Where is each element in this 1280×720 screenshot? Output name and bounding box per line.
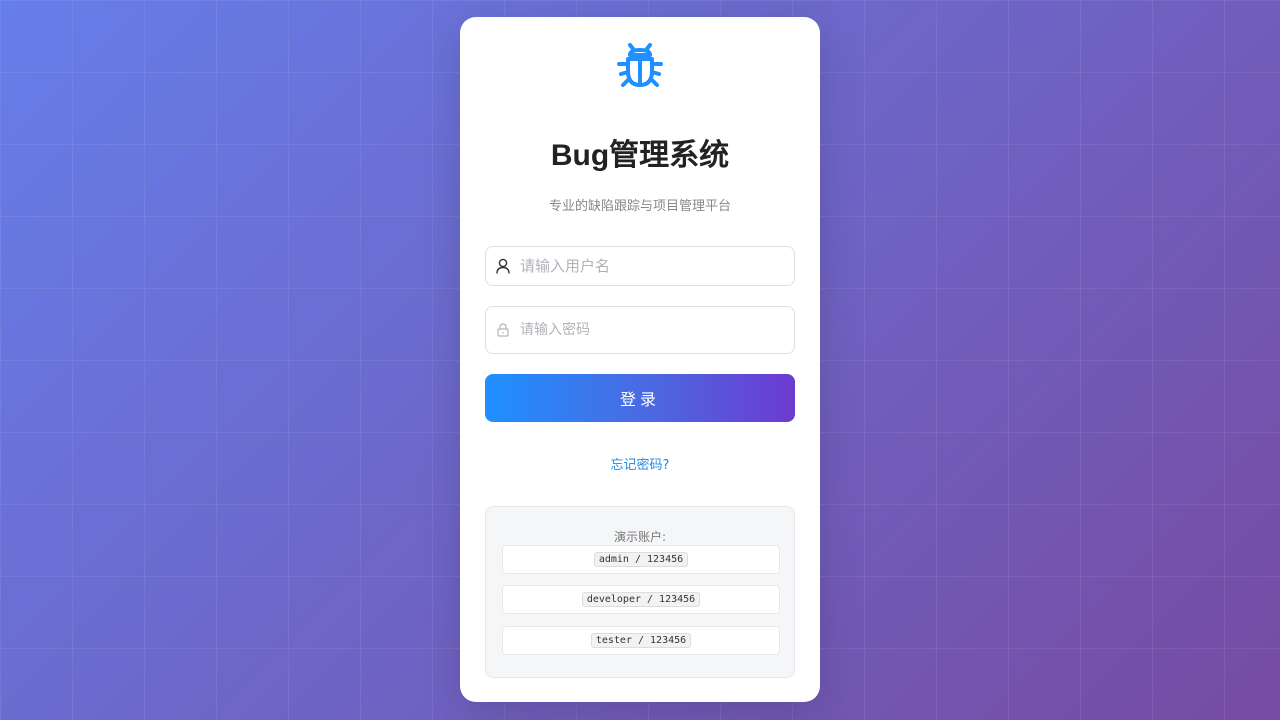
demo-accounts-panel: 演示账户: admin / 123456 developer / 123456 … (485, 506, 795, 678)
username-field[interactable] (485, 246, 795, 286)
demo-account-item: developer / 123456 (502, 585, 780, 614)
demo-account-item: admin / 123456 (502, 545, 780, 574)
login-button[interactable]: 登录 (485, 374, 795, 422)
demo-account-credentials: developer / 123456 (581, 592, 701, 607)
demo-accounts-title: 演示账户: (613, 530, 667, 544)
demo-account-credentials: tester / 123456 (590, 633, 692, 648)
password-field[interactable] (485, 306, 795, 354)
page-title: Bug管理系统 (550, 139, 730, 172)
user-icon (486, 258, 520, 274)
demo-account-credentials: admin / 123456 (593, 552, 689, 567)
username-input[interactable] (520, 257, 794, 275)
password-input[interactable] (520, 322, 794, 338)
login-card: Bug管理系统 专业的缺陷跟踪与项目管理平台 登录 忘记密码? 演示账户: ad… (460, 17, 820, 702)
forgot-password-link[interactable]: 忘记密码? (460, 454, 820, 473)
page-subtitle: 专业的缺陷跟踪与项目管理平台 (548, 199, 731, 214)
lock-icon (486, 323, 520, 337)
demo-account-item: tester / 123456 (502, 626, 780, 655)
bug-icon (617, 43, 663, 87)
